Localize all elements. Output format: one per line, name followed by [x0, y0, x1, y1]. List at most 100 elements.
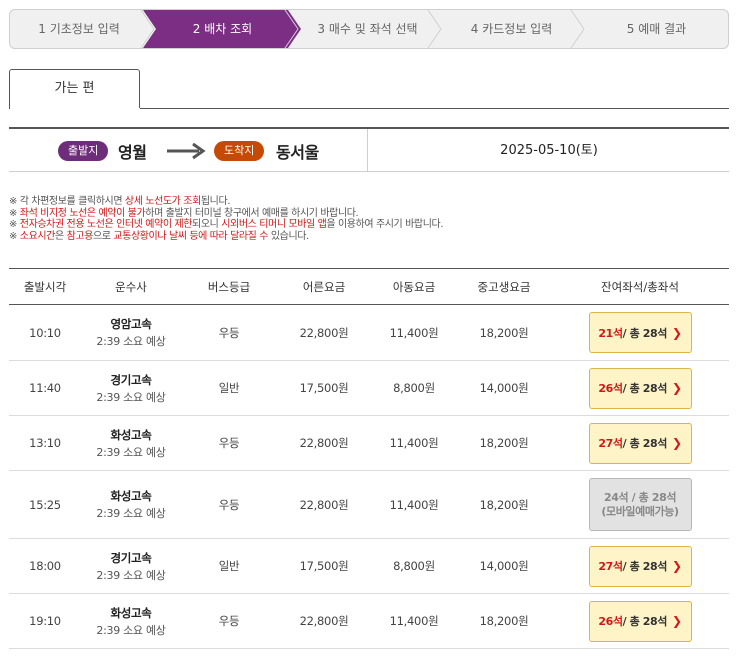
adult-fare-text: 22,800원	[299, 497, 349, 512]
bus-grade-text: 우등	[218, 614, 240, 628]
departure-badge: 출발지	[58, 141, 109, 161]
departure-time-text: 13:10	[29, 436, 61, 450]
mobile-booking-note: (모바일예매가능)	[601, 504, 679, 518]
header-company: 운수사	[115, 280, 147, 294]
company-name: 화성고속	[110, 605, 152, 620]
table-row[interactable]: 15:25 화성고속 2:39 소요 예상 우등 22,800원 11,400원 18,…	[9, 471, 729, 539]
seat-select-button-disabled: 24석 / 총 28석 (모바일예매가능)	[588, 478, 692, 531]
step-5: 5 예매 결과	[583, 10, 728, 48]
step-number: 2	[192, 22, 201, 36]
adult-fare: 17,500원	[277, 539, 371, 593]
company-cell: 화성고속 2:39 소요 예상	[81, 471, 181, 538]
progress-steps: 1 기초정보 입력 2 배차 조회 3 매수 및 좌석 선택 4 카드정보 입력…	[9, 9, 729, 49]
seat-select-button[interactable]: 26석 / 총 28석 ❯	[588, 600, 692, 642]
student-fare: 18,200원	[457, 594, 551, 648]
chevron-right-icon: ❯	[672, 614, 682, 628]
step-2: 2 배차 조회	[150, 10, 295, 48]
seats-cell: 24석 / 총 28석 (모바일예매가능)	[551, 471, 729, 538]
notice-list: ※ 각 차편정보를 클릭하시면 상세 노선도가 조회됩니다. ※ 좌석 비지정 …	[9, 196, 729, 242]
departure-time: 10:10	[9, 305, 81, 360]
departure-time-text: 10:10	[29, 325, 61, 340]
company-name: 화성고속	[110, 489, 152, 503]
travel-duration: 2:39 소요 예상	[96, 335, 166, 348]
child-fare-text: 8,800원	[393, 559, 435, 573]
total-seats: / 총 28석	[628, 490, 677, 504]
bus-grade: 일반	[181, 539, 277, 593]
chevron-right-icon: ❯	[672, 381, 682, 395]
table-row[interactable]: 19:10 화성고속 2:39 소요 예상 우등 22,800원 11,400원 18,…	[9, 594, 729, 649]
table-row[interactable]: 18:00 경기고속 2:39 소요 예상 일반 17,500원 8,800원 14,0…	[9, 539, 729, 594]
child-fare-text: 11,400원	[389, 325, 439, 340]
seat-select-button[interactable]: 21석 / 총 28석 ❯	[588, 312, 692, 353]
departure-city: 영월	[118, 143, 147, 162]
adult-fare-text: 17,500원	[299, 381, 349, 395]
bus-grade: 우등	[181, 594, 277, 648]
table-row[interactable]: 11:40 경기고속 2:39 소요 예상 일반 17,500원 8,800원 14,0…	[9, 361, 729, 416]
travel-duration: 2:39 소요 예상	[96, 507, 166, 520]
departure-time-text: 15:25	[29, 497, 61, 512]
seat-select-button[interactable]: 27석 / 총 28석 ❯	[588, 422, 692, 464]
total-seats: / 총 28석	[622, 382, 668, 395]
total-seats: / 총 28석	[622, 437, 668, 450]
bus-grade-text: 일반	[218, 559, 240, 573]
table-row[interactable]: 10:10 영암고속 2:39 소요 예상 우등 22,800원 11,400원 18,…	[9, 305, 729, 361]
child-fare: 11,400원	[371, 471, 457, 538]
notice-line: ※ 소요시간은 참고용으로 교통상황이나 날씨 등에 따라 달라질 수 있습니다…	[9, 230, 309, 242]
bus-grade-text: 우등	[218, 436, 240, 450]
remaining-seats: 21석	[598, 326, 623, 340]
arrival-city: 동서울	[276, 143, 319, 162]
company-cell: 경기고속 2:39 소요 예상	[81, 539, 181, 593]
adult-fare-text: 22,800원	[299, 614, 349, 628]
table-row[interactable]: 13:10 화성고속 2:39 소요 예상 우등 22,800원 11,400원 18,…	[9, 416, 729, 471]
remaining-seats: 26석	[598, 615, 623, 628]
adult-fare-text: 22,800원	[299, 436, 349, 450]
student-fare: 14,000원	[457, 539, 551, 593]
student-fare: 18,200원	[457, 416, 551, 470]
seats-cell: 21석 / 총 28석 ❯	[551, 305, 729, 360]
company-name: 경기고속	[110, 550, 152, 565]
header-grade: 버스등급	[207, 280, 251, 294]
step-3: 3 매수 및 좌석 선택	[295, 10, 440, 48]
adult-fare: 17,500원	[277, 361, 371, 415]
departure-time-text: 19:10	[29, 614, 61, 628]
header-adult-fare: 어른요금	[302, 280, 346, 294]
adult-fare: 22,800원	[277, 305, 371, 360]
departure-time: 13:10	[9, 416, 81, 470]
notice-line: ※ 각 차편정보를 클릭하시면 상세 노선도가 조회됩니다.	[9, 196, 231, 207]
bus-grade: 일반	[181, 361, 277, 415]
adult-fare-text: 22,800원	[299, 325, 349, 340]
notice-line: ※ 전자승차권 전용 노선은 인터넷 예약이 제한되오니 시외버스 티머니 모바…	[9, 219, 444, 230]
adult-fare-text: 17,500원	[299, 559, 349, 573]
seats-cell: 26석 / 총 28석 ❯	[551, 594, 729, 648]
table-body: 10:10 영암고속 2:39 소요 예상 우등 22,800원 11,400원 18,…	[9, 305, 729, 649]
header-departure-time: 출발시각	[23, 280, 67, 294]
seat-select-button[interactable]: 26석 / 총 28석 ❯	[588, 367, 692, 409]
notice-line: ※ 좌석 비지정 노선은 예약이 불가하며 출발지 터미널 창구에서 예매를 하…	[9, 207, 359, 219]
bus-grade-text: 우등	[218, 325, 240, 340]
chevron-right-icon: ❯	[672, 559, 682, 573]
child-fare-text: 11,400원	[389, 436, 439, 450]
step-4: 4 카드정보 입력	[440, 10, 583, 48]
step-label: 예매 결과	[638, 22, 687, 36]
bus-grade: 우등	[181, 305, 277, 360]
student-fare-text: 18,200원	[479, 614, 529, 628]
bus-grade-text: 일반	[218, 381, 240, 395]
tab-outbound[interactable]: 가는 편	[9, 69, 140, 110]
student-fare: 18,200원	[457, 471, 551, 538]
child-fare: 11,400원	[371, 594, 457, 648]
seats-cell: 26석 / 총 28석 ❯	[551, 361, 729, 415]
total-seats: / 총 28석	[622, 615, 668, 628]
company-name: 경기고속	[110, 372, 152, 387]
adult-fare: 22,800원	[277, 594, 371, 648]
remaining-seats: 27석	[598, 560, 623, 573]
travel-duration: 2:39 소요 예상	[96, 390, 166, 404]
departure-time-text: 18:00	[29, 559, 61, 573]
company-cell: 경기고속 2:39 소요 예상	[81, 361, 181, 415]
departure-time: 11:40	[9, 361, 81, 415]
departure-time: 19:10	[9, 594, 81, 648]
adult-fare: 22,800원	[277, 416, 371, 470]
arrow-right-icon	[167, 142, 206, 160]
child-fare: 11,400원	[371, 305, 457, 360]
seat-select-button[interactable]: 27석 / 총 28석 ❯	[588, 545, 692, 587]
header-child-fare: 아동요금	[392, 280, 436, 294]
